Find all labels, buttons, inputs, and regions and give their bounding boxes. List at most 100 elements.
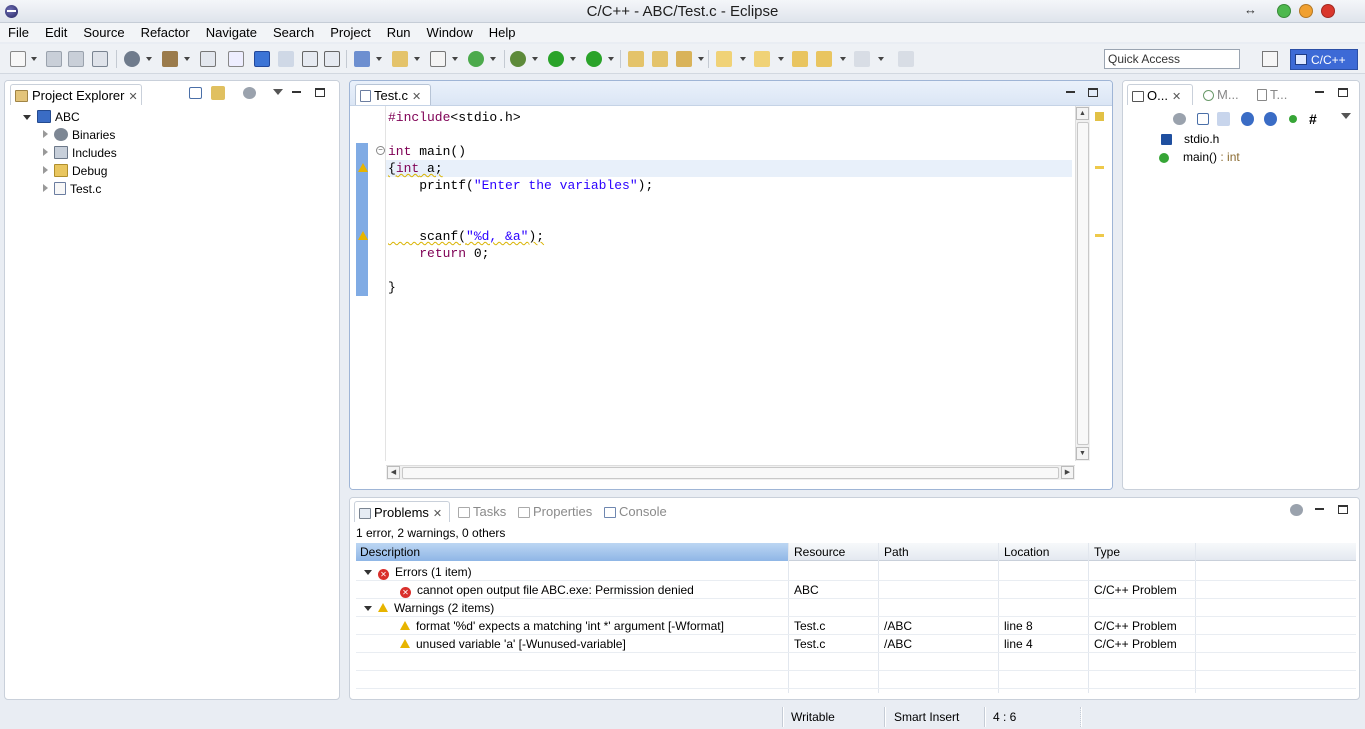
editor-vertical-scrollbar[interactable]: ▲ ▼ [1075, 106, 1090, 461]
tree-item-binaries[interactable]: Binaries [43, 128, 115, 144]
last-edit-location-icon[interactable] [792, 51, 808, 67]
build-dropdown-icon[interactable] [184, 57, 190, 61]
back-dropdown-icon[interactable] [840, 57, 846, 61]
close-icon[interactable]: ✕ [1172, 90, 1181, 103]
open-perspective-icon[interactable] [1262, 51, 1278, 67]
annotation-icon[interactable] [278, 51, 294, 67]
view-menu-icon[interactable] [273, 89, 283, 95]
collapse-all-icon[interactable] [1197, 113, 1209, 125]
warning-overview-mark[interactable] [1095, 234, 1104, 237]
scroll-left-icon[interactable]: ◀ [387, 466, 400, 479]
hide-fields-icon[interactable] [1241, 112, 1254, 126]
open-element-icon[interactable] [652, 51, 668, 67]
show-whitespace-icon[interactable] [324, 51, 340, 67]
new-project-dropdown-icon[interactable] [376, 57, 382, 61]
next-annotation-icon[interactable] [716, 51, 732, 67]
menu-search[interactable]: Search [273, 23, 314, 42]
filter-icon[interactable] [1173, 113, 1186, 125]
tab-tasks[interactable]: Tasks [458, 501, 506, 522]
minimize-view-icon[interactable] [292, 91, 301, 93]
column-type[interactable]: Type [1094, 545, 1120, 561]
outline-item-stdio[interactable]: stdio.h [1161, 132, 1219, 146]
link-with-editor-icon[interactable] [211, 86, 225, 100]
collapse-all-icon[interactable] [189, 87, 202, 99]
warning-marker-icon[interactable] [358, 231, 368, 240]
scroll-up-icon[interactable]: ▲ [1076, 107, 1089, 120]
hide-non-public-icon[interactable] [1289, 115, 1297, 123]
new-class-icon[interactable] [430, 51, 446, 67]
close-icon[interactable]: ✕ [433, 507, 442, 520]
table-row-errors-group[interactable]: ✕ Errors (1 item) [356, 563, 1356, 581]
maximize-view-icon[interactable] [1338, 88, 1348, 97]
new-dropdown-icon[interactable] [31, 57, 37, 61]
run-icon[interactable] [548, 51, 564, 67]
group-macros-icon[interactable]: # [1309, 112, 1322, 126]
minimize-view-icon[interactable] [1315, 91, 1324, 93]
column-resource[interactable]: Resource [794, 545, 845, 561]
quick-access-input[interactable]: Quick Access [1104, 49, 1240, 69]
maximize-view-icon[interactable] [1338, 505, 1348, 514]
external-tools-icon[interactable] [586, 51, 602, 67]
scroll-thumb[interactable] [402, 467, 1059, 479]
table-row[interactable]: format '%d' expects a matching 'int *' a… [356, 617, 1356, 635]
run-dropdown-icon[interactable] [570, 57, 576, 61]
warning-marker-icon[interactable] [358, 163, 368, 172]
menu-source[interactable]: Source [83, 23, 124, 42]
tab-console[interactable]: Console [604, 501, 667, 522]
tab-task-list[interactable]: T... [1257, 84, 1287, 105]
scroll-right-icon[interactable]: ▶ [1061, 466, 1074, 479]
back-icon[interactable] [816, 51, 832, 67]
tree-item-test-c[interactable]: Test.c [43, 182, 101, 198]
search-icon[interactable] [676, 51, 692, 67]
save-icon[interactable] [46, 51, 62, 67]
new-folder-dropdown-icon[interactable] [414, 57, 420, 61]
scroll-thumb[interactable] [1077, 122, 1089, 445]
resize-icon[interactable]: ↔ [1244, 2, 1257, 17]
maximize-view-icon[interactable] [315, 88, 325, 97]
tree-item-debug[interactable]: Debug [43, 164, 107, 180]
tab-outline[interactable]: O... ✕ [1127, 84, 1193, 105]
minimize-view-icon[interactable] [1315, 508, 1324, 510]
minimize-editor-icon[interactable] [1066, 91, 1075, 93]
forward-icon[interactable] [854, 51, 870, 67]
perspective-cpp-button[interactable]: C/C++ [1290, 49, 1358, 70]
highlight-icon[interactable] [254, 51, 270, 67]
tree-item-abc[interactable]: ABC [23, 110, 80, 126]
sort-icon[interactable] [1217, 112, 1230, 126]
maximize-editor-icon[interactable] [1088, 88, 1098, 97]
external-tools-dropdown-icon[interactable] [608, 57, 614, 61]
close-icon[interactable]: ✕ [412, 90, 421, 103]
previous-annotation-dropdown-icon[interactable] [778, 57, 784, 61]
column-description[interactable]: Description [356, 543, 788, 561]
table-row[interactable]: ✕ cannot open output file ABC.exe: Permis… [356, 581, 1356, 599]
expand-icon[interactable] [364, 570, 372, 575]
maximize-button[interactable] [1299, 4, 1313, 18]
warning-overview-mark[interactable] [1095, 166, 1104, 169]
menu-run[interactable]: Run [387, 23, 411, 42]
tab-make-target[interactable]: M... [1203, 84, 1239, 105]
tab-test-c[interactable]: Test.c ✕ [355, 84, 431, 105]
collapse-fold-icon[interactable]: − [376, 146, 385, 155]
search-dropdown-icon[interactable] [698, 57, 704, 61]
overview-ruler[interactable] [1092, 106, 1108, 461]
print-icon[interactable] [92, 51, 108, 67]
previous-annotation-icon[interactable] [754, 51, 770, 67]
refresh-icon[interactable] [468, 51, 484, 67]
code-area[interactable]: − #include<stdio.h> int main() {int a; p… [370, 106, 1072, 461]
filter-icon[interactable] [1290, 504, 1303, 516]
debug-icon[interactable] [510, 51, 526, 67]
new-icon[interactable] [10, 51, 26, 67]
menu-help[interactable]: Help [489, 23, 516, 42]
expand-icon[interactable] [23, 115, 31, 120]
block-selection-icon[interactable] [302, 51, 318, 67]
expand-icon[interactable] [43, 148, 48, 156]
next-annotation-dropdown-icon[interactable] [740, 57, 746, 61]
menu-edit[interactable]: Edit [45, 23, 67, 42]
minimize-button[interactable] [1277, 4, 1291, 18]
tree-item-includes[interactable]: Includes [43, 146, 117, 162]
refresh-dropdown-icon[interactable] [490, 57, 496, 61]
filter-icon[interactable] [243, 87, 256, 99]
tab-project-explorer[interactable]: Project Explorer ✕ [10, 84, 142, 105]
build-hammer-icon[interactable] [162, 51, 178, 67]
new-c-project-icon[interactable] [354, 51, 370, 67]
